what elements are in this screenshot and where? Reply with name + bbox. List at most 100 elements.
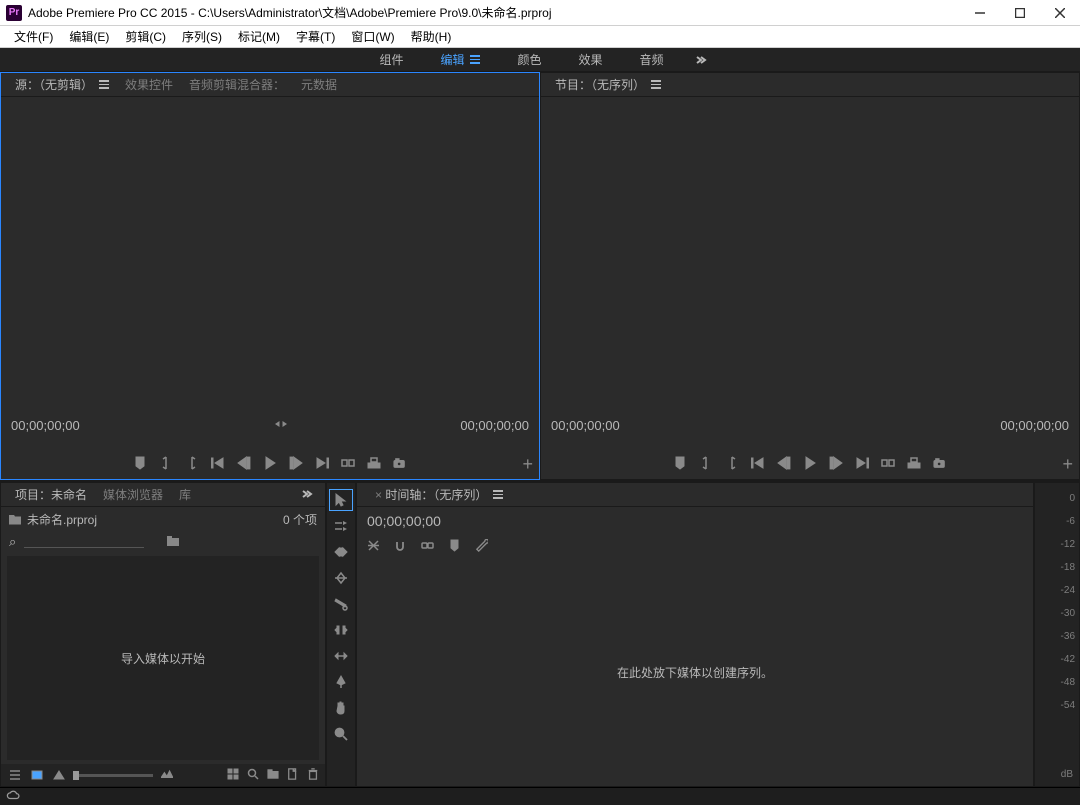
extract-icon[interactable] — [907, 456, 921, 473]
hand-tool-icon[interactable] — [329, 697, 353, 719]
set-out-icon[interactable] — [185, 456, 199, 473]
jump-end-icon[interactable] — [315, 456, 329, 473]
jump-end-icon[interactable] — [855, 456, 869, 473]
tab-menu-icon[interactable] — [493, 490, 503, 499]
menu-file[interactable]: 文件(F) — [6, 26, 61, 48]
tab-menu-icon[interactable] — [651, 80, 661, 89]
zoom-slider[interactable] — [73, 774, 153, 777]
new-bin-icon[interactable] — [267, 768, 279, 783]
source-timecode-left[interactable]: 00;00;00;00 — [11, 418, 80, 433]
selection-tool-icon[interactable] — [329, 489, 353, 511]
jump-start-icon[interactable] — [751, 456, 765, 473]
linked-selection-icon[interactable] — [421, 539, 434, 555]
workspace-effects[interactable]: 效果 — [561, 48, 621, 72]
find-icon[interactable] — [247, 768, 259, 783]
track-select-tool-icon[interactable] — [329, 515, 353, 537]
slide-tool-icon[interactable] — [329, 645, 353, 667]
program-timecode-left[interactable]: 00;00;00;00 — [551, 418, 620, 433]
timeline-empty-hint[interactable]: 在此处放下媒体以创建序列。 — [357, 559, 1033, 786]
insert-icon[interactable] — [341, 456, 355, 473]
set-in-icon[interactable] — [699, 456, 713, 473]
menu-clip[interactable]: 剪辑(C) — [117, 26, 174, 48]
menu-titles[interactable]: 字幕(T) — [288, 26, 343, 48]
lift-icon[interactable] — [881, 456, 895, 473]
menu-edit[interactable]: 编辑(E) — [61, 26, 117, 48]
freeform-view-icon[interactable] — [51, 767, 67, 783]
tab-source[interactable]: 源：（无剪辑） — [7, 74, 117, 96]
menu-marker[interactable]: 标记(M) — [230, 26, 288, 48]
menu-sequence[interactable]: 序列(S) — [174, 26, 230, 48]
play-icon[interactable] — [263, 456, 277, 473]
marker-icon[interactable] — [133, 456, 147, 473]
add-button[interactable]: + — [1062, 455, 1073, 473]
step-back-icon[interactable] — [237, 456, 251, 473]
add-button[interactable]: + — [522, 455, 533, 473]
step-forward-icon[interactable] — [829, 456, 843, 473]
set-out-icon[interactable] — [725, 456, 739, 473]
tab-effect-controls[interactable]: 效果控件 — [117, 74, 181, 96]
pen-tool-icon[interactable] — [329, 671, 353, 693]
slip-tool-icon[interactable] — [329, 619, 353, 641]
tab-libraries[interactable]: 库 — [171, 484, 199, 506]
rate-stretch-tool-icon[interactable] — [329, 567, 353, 589]
overwrite-icon[interactable] — [367, 456, 381, 473]
tab-media-browser[interactable]: 媒体浏览器 — [95, 484, 171, 506]
program-panel: 节目：（无序列） 00;00;00;00 00;00;00;00 — [540, 72, 1080, 480]
menu-help[interactable]: 帮助(H) — [403, 26, 460, 48]
new-item-icon[interactable] — [287, 768, 299, 783]
set-in-icon[interactable] — [159, 456, 173, 473]
workspace-menu-icon[interactable] — [470, 55, 480, 64]
workspace-audio[interactable]: 音频 — [622, 48, 682, 72]
ripple-edit-tool-icon[interactable] — [329, 541, 353, 563]
maximize-button[interactable] — [1000, 0, 1040, 26]
export-frame-icon[interactable] — [933, 456, 947, 473]
zoom-max-icon[interactable] — [159, 767, 175, 783]
close-button[interactable] — [1040, 0, 1080, 26]
fit-to-frame-icon[interactable] — [253, 418, 265, 433]
app-icon: Pr — [6, 5, 22, 21]
tab-menu-icon[interactable] — [99, 80, 109, 89]
jump-start-icon[interactable] — [211, 456, 225, 473]
source-timecode-right[interactable]: 00;00;00;00 — [460, 418, 529, 433]
list-view-icon[interactable] — [7, 767, 23, 783]
only-video-icon[interactable] — [275, 418, 287, 433]
menu-window[interactable]: 窗口(W) — [343, 26, 402, 48]
snap-icon[interactable] — [394, 539, 407, 555]
tab-close-icon[interactable]: × — [375, 488, 382, 502]
razor-tool-icon[interactable] — [329, 593, 353, 615]
workspace-assembly[interactable]: 组件 — [361, 48, 421, 72]
tab-project[interactable]: 项目：未命名 — [7, 484, 95, 506]
step-back-icon[interactable] — [777, 456, 791, 473]
workspace-overflow-button[interactable] — [683, 48, 719, 72]
tab-metadata[interactable]: 元数据 — [293, 74, 345, 96]
tab-audio-mixer[interactable]: 音频剪辑混合器： — [181, 74, 293, 96]
project-overflow-button[interactable] — [295, 488, 319, 502]
step-forward-icon[interactable] — [289, 456, 303, 473]
zoom-tool-icon[interactable] — [329, 723, 353, 745]
workspace-editing[interactable]: 编辑 — [422, 48, 498, 72]
search-bin-icon[interactable] — [166, 535, 180, 550]
project-panel: 项目：未命名 媒体浏览器 库 未命名.prproj 0 个项 ⌕ 导入媒体以开始 — [0, 482, 326, 787]
search-input[interactable] — [24, 547, 144, 548]
timeline-timecode[interactable]: 00;00;00;00 — [367, 513, 1023, 529]
search-icon[interactable]: ⌕ — [9, 534, 16, 550]
workspace-color[interactable]: 颜色 — [499, 48, 559, 72]
project-file-name: 未命名.prproj — [27, 511, 97, 528]
export-frame-icon[interactable] — [393, 456, 407, 473]
marker-icon[interactable] — [673, 456, 687, 473]
project-empty-hint[interactable]: 导入媒体以开始 — [7, 556, 319, 760]
window-title: Adobe Premiere Pro CC 2015 - C:\Users\Ad… — [28, 4, 960, 21]
minimize-button[interactable] — [960, 0, 1000, 26]
delete-icon[interactable] — [307, 768, 319, 783]
status-strip — [0, 787, 1080, 805]
insert-overwrite-seq-icon[interactable] — [367, 539, 380, 555]
tab-timeline[interactable]: × 时间轴：（无序列） — [363, 484, 511, 506]
thumbnail-view-icon[interactable] — [29, 767, 45, 783]
program-timecode-right[interactable]: 00;00;00;00 — [1000, 418, 1069, 433]
add-marker-icon[interactable] — [448, 539, 461, 555]
tab-program[interactable]: 节目：（无序列） — [547, 74, 669, 96]
creative-cloud-icon[interactable] — [6, 788, 20, 805]
sort-icon[interactable] — [227, 768, 239, 783]
timeline-settings-icon[interactable] — [475, 539, 488, 555]
play-icon[interactable] — [803, 456, 817, 473]
